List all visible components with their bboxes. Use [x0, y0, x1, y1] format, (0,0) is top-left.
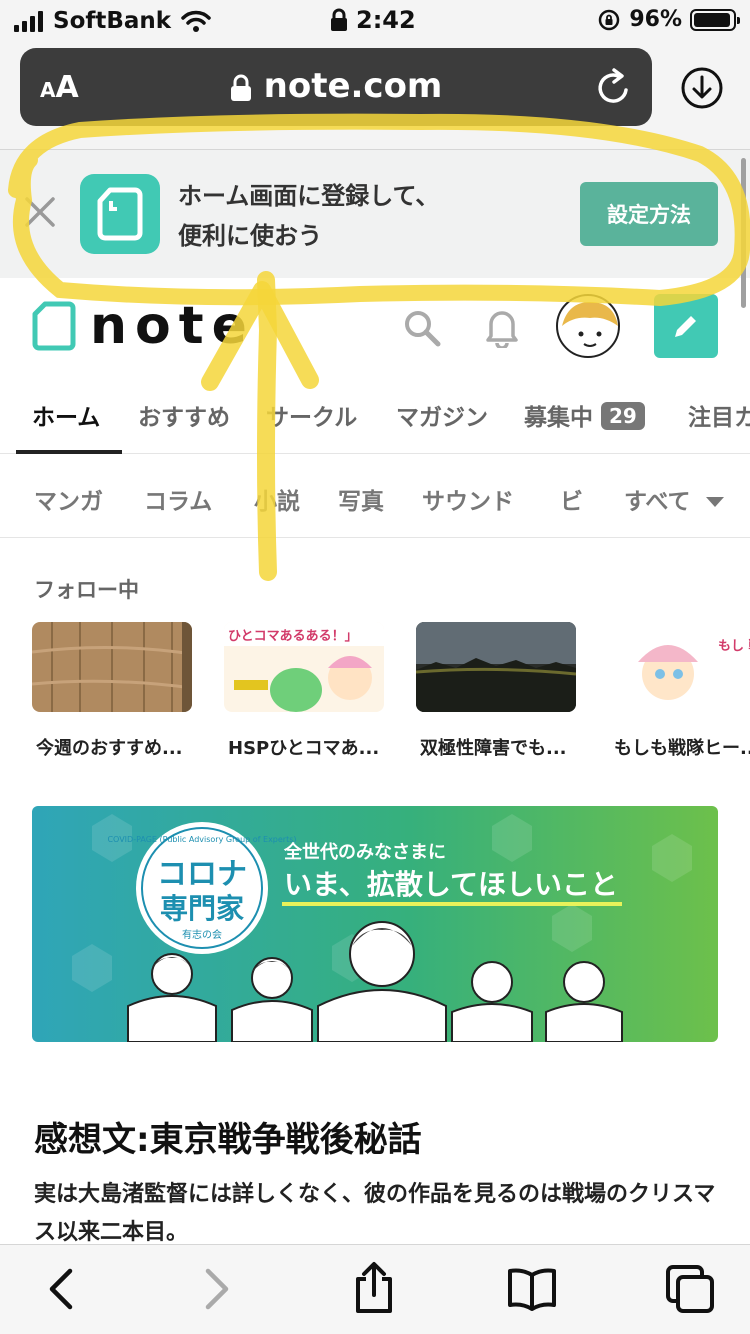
category-column[interactable]: コラム: [144, 482, 212, 516]
following-caption-4[interactable]: もしも戦隊ヒー...: [614, 734, 750, 760]
article-title[interactable]: 感想文:東京戦争戦後秘話: [34, 1112, 422, 1161]
address-bar[interactable]: AA note.com: [20, 48, 652, 126]
following-caption-2[interactable]: HSPひとコマあ...: [228, 734, 379, 760]
svg-text:もし 戦隊ヒ ひ HSP: もし 戦隊ヒ ひ HSP: [718, 638, 750, 654]
chevron-down-icon: [705, 497, 724, 507]
following-thumb-2[interactable]: ひとコマあるある！」: [224, 622, 384, 712]
secure-lock-icon: [230, 74, 251, 101]
wifi-icon: [181, 10, 211, 32]
category-photo[interactable]: 写真: [338, 482, 384, 516]
following-thumb-1[interactable]: [32, 622, 192, 712]
pencil-icon: [675, 316, 696, 337]
reload-icon[interactable]: [596, 68, 632, 106]
category-tabs: マンガ コラム 小説 写真 サウンド ビ すべて: [0, 454, 750, 538]
browser-chrome: AA note.com: [0, 42, 750, 150]
domain-text: note.com: [263, 66, 443, 106]
following-caption-1[interactable]: 今週のおすすめ...: [36, 734, 183, 760]
tab-circle[interactable]: サークル: [266, 398, 357, 432]
svg-text:全世代のみなさまに: 全世代のみなさまに: [283, 841, 446, 863]
setup-method-button[interactable]: 設定方法: [580, 182, 718, 246]
home-screen-banner: ホーム画面に登録して、 便利に使おう 設定方法: [0, 150, 750, 278]
bookmarks-icon[interactable]: [506, 1267, 558, 1311]
brand-wordmark: note: [90, 296, 255, 356]
category-all[interactable]: すべて: [624, 482, 725, 516]
bell-icon[interactable]: [484, 306, 520, 348]
note-logo[interactable]: note: [32, 298, 255, 354]
tab-magazine[interactable]: マガジン: [396, 398, 488, 432]
forward-icon[interactable]: [202, 1267, 232, 1311]
battery-icon: [690, 8, 740, 31]
tab-recommended[interactable]: おすすめ: [138, 398, 230, 432]
share-icon[interactable]: [352, 1261, 396, 1315]
url-display[interactable]: note.com: [20, 66, 652, 106]
carrier-name: SoftBank: [53, 8, 172, 34]
svg-text:いま、拡散してほしいこと: いま、拡散してほしいこと: [284, 868, 618, 901]
status-bar: SoftBank 2:42 96%: [0, 0, 750, 42]
tab-recruiting[interactable]: 募集中 29: [524, 398, 645, 432]
search-icon[interactable]: [402, 308, 442, 348]
following-thumb-3[interactable]: [416, 622, 576, 712]
category-manga[interactable]: マンガ: [34, 482, 103, 516]
svg-text:ひとコマあるある！」: ひとコマあるある！」: [228, 629, 358, 644]
clock-time: 2:42: [356, 6, 416, 34]
note-logo-icon: [32, 301, 76, 351]
page: SoftBank 2:42 96% AA note.com ホーム画面に登録して…: [0, 0, 750, 1334]
tabs-icon[interactable]: [664, 1263, 716, 1315]
svg-text:有志の会: 有志の会: [182, 928, 222, 941]
back-icon[interactable]: [46, 1267, 76, 1311]
recruiting-count-badge: 29: [601, 402, 645, 430]
post-button[interactable]: [654, 294, 718, 358]
following-caption-3[interactable]: 双極性障害でも...: [420, 734, 567, 760]
tab-featured[interactable]: 注目カ: [688, 398, 750, 432]
battery-percent: 96%: [629, 7, 682, 32]
orientation-lock-icon: [599, 9, 620, 30]
category-novel[interactable]: 小説: [254, 482, 300, 516]
close-icon[interactable]: [24, 196, 56, 228]
download-icon[interactable]: [680, 66, 724, 110]
browser-toolbar: [0, 1244, 750, 1334]
svg-text:COVID-PAGE (Public Advisory Gr: COVID-PAGE (Public Advisory Group of Exp…: [107, 835, 296, 844]
covid-experts-banner[interactable]: COVID-PAGE (Public Advisory Group of Exp…: [32, 806, 718, 1042]
main-tabs: ホーム おすすめ サークル マガジン 募集中 29 注目カ: [0, 384, 750, 454]
svg-text:コロナ: コロナ: [157, 857, 247, 892]
svg-text:専門家: 専門家: [160, 892, 244, 925]
lock-icon: [331, 8, 347, 31]
user-avatar[interactable]: [556, 294, 620, 358]
scrollbar[interactable]: [741, 158, 746, 308]
cellular-signal-icon: [14, 10, 43, 32]
tab-home[interactable]: ホーム: [32, 398, 100, 432]
article-excerpt[interactable]: 実は大島渚監督には詳しくなく、彼の作品を見るのは戦場のクリスマス以来二本目。: [34, 1176, 724, 1252]
category-business[interactable]: ビ: [560, 482, 583, 516]
note-app-icon: [80, 174, 160, 254]
category-sound[interactable]: サウンド: [422, 482, 514, 516]
following-thumb-4[interactable]: もし 戦隊ヒ ひ HSP: [608, 622, 750, 712]
banner-message: ホーム画面に登録して、 便利に使おう: [178, 182, 440, 250]
following-section-title: フォロー中: [34, 578, 139, 602]
